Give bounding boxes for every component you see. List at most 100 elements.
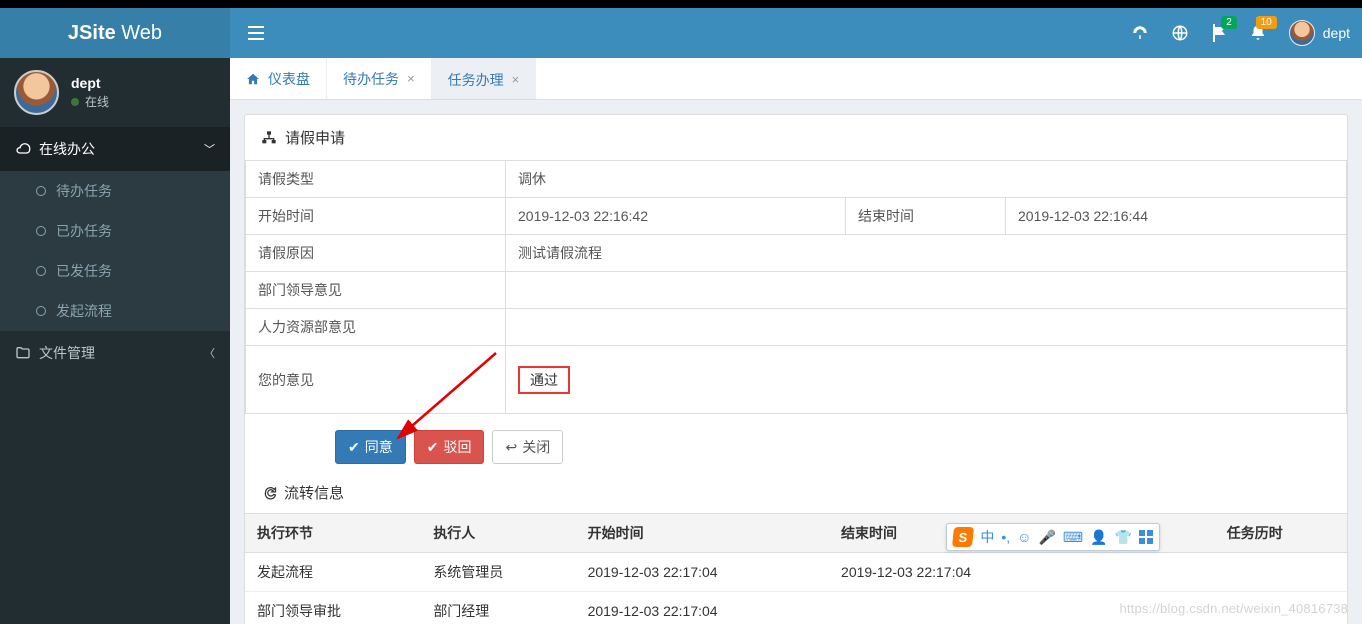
- sidebar-menu: 在线办公 ﹀ 待办任务 已办任务 已发任务 发起流程 文件管理 〈: [0, 127, 230, 375]
- col-start: 开始时间: [576, 514, 829, 553]
- sidebar-item-label: 已发任务: [56, 261, 112, 281]
- home-icon: [246, 72, 260, 86]
- value-reason: 测试请假流程: [506, 235, 1347, 272]
- sidebar-item-todo-tasks[interactable]: 待办任务: [0, 171, 230, 211]
- ime-keyboard-icon[interactable]: ⌨: [1063, 529, 1083, 546]
- table-row: 人力资源部意见: [246, 309, 1347, 346]
- tab-label: 待办任务: [343, 69, 399, 89]
- sidebar-item-online-office[interactable]: 在线办公 ﹀: [0, 127, 230, 171]
- sidebar-item-label: 待办任务: [56, 181, 112, 201]
- label-leave-type: 请假类型: [246, 161, 506, 198]
- value-leave-type: 调休: [506, 161, 1347, 198]
- sidebar-item-label: 已办任务: [56, 221, 112, 241]
- sitemap-icon: [261, 130, 277, 146]
- ime-skin-icon[interactable]: 👕: [1115, 529, 1132, 546]
- cell: [829, 592, 1082, 624]
- sidebar-user-status: 在线: [71, 93, 109, 110]
- brand-light: Web: [116, 22, 162, 44]
- close-button[interactable]: ↩ 关闭: [492, 430, 563, 464]
- col-duration: 任务历时: [1215, 514, 1347, 553]
- leave-request-panel: 请假申请 请假类型 调休 开始时间 2019-12-03 22:16:42 结束…: [244, 114, 1348, 624]
- action-buttons: ✔ 同意 ✔ 驳回 ↩ 关闭: [245, 414, 1347, 464]
- ime-user-icon[interactable]: 👤: [1090, 529, 1107, 546]
- ime-toolbox-icon[interactable]: [1139, 530, 1153, 544]
- agree-button[interactable]: ✔ 同意: [335, 430, 406, 464]
- value-start-time: 2019-12-03 22:16:42: [506, 198, 846, 235]
- notification-flag-icon[interactable]: 2: [1211, 24, 1227, 42]
- table-row: 发起流程 系统管理员 2019-12-03 22:17:04 2019-12-0…: [245, 553, 1347, 592]
- cell: 2019-12-03 22:17:04: [829, 553, 1082, 592]
- close-icon[interactable]: ×: [407, 71, 415, 86]
- flow-title-text: 流转信息: [284, 482, 344, 503]
- sidebar-item-label: 文件管理: [39, 343, 204, 363]
- table-row: 请假类型 调休: [246, 161, 1347, 198]
- globe-icon[interactable]: [1171, 24, 1189, 42]
- online-dot-icon: [71, 98, 79, 106]
- bell-icon[interactable]: 10: [1249, 24, 1267, 42]
- ime-punct-icon[interactable]: •,: [1001, 529, 1010, 545]
- label-hr-opinion: 人力资源部意见: [246, 309, 506, 346]
- sidebar-item-sent-tasks[interactable]: 已发任务: [0, 251, 230, 291]
- label-reason: 请假原因: [246, 235, 506, 272]
- ime-mic-icon[interactable]: 🎤: [1038, 529, 1055, 546]
- flow-history-table: 执行环节 执行人 开始时间 结束时间 提交意见 任务历时 发起流程: [245, 513, 1347, 624]
- tab-bar: 仪表盘 待办任务 × 任务办理 ×: [230, 58, 1362, 100]
- table-row: 部门领导意见: [246, 272, 1347, 309]
- label-your-opinion: 您的意见: [246, 346, 506, 414]
- cell: [1215, 553, 1347, 592]
- ime-toolbar[interactable]: S 中 •, ☺ 🎤 ⌨ 👤 👕: [946, 523, 1160, 551]
- cell: 2019-12-03 22:17:04: [576, 592, 829, 624]
- cell: [1215, 592, 1347, 624]
- ime-face-icon[interactable]: ☺: [1017, 529, 1031, 545]
- ime-cn-icon[interactable]: 中: [980, 527, 994, 547]
- table-header-row: 执行环节 执行人 开始时间 结束时间 提交意见 任务历时: [245, 514, 1347, 553]
- close-icon[interactable]: ×: [512, 72, 520, 87]
- label-dept-opinion: 部门领导意见: [246, 272, 506, 309]
- bullet-icon: [36, 306, 46, 316]
- tab-label: 仪表盘: [268, 69, 310, 89]
- sidebar: JSite Web dept 在线 在线办公 ﹀: [0, 8, 230, 624]
- cell: 系统管理员: [421, 553, 575, 592]
- dashboard-icon[interactable]: [1131, 24, 1149, 42]
- tab-todo-tasks[interactable]: 待办任务 ×: [327, 58, 432, 99]
- content-area: 请假申请 请假类型 调休 开始时间 2019-12-03 22:16:42 结束…: [230, 100, 1362, 624]
- cloud-icon: [15, 141, 31, 157]
- reply-icon: ↩: [505, 439, 517, 456]
- table-row: 部门领导审批 部门经理 2019-12-03 22:17:04: [245, 592, 1347, 624]
- sidebar-item-start-process[interactable]: 发起流程: [0, 291, 230, 331]
- hamburger-icon[interactable]: [242, 20, 270, 46]
- tab-task-handle[interactable]: 任务办理 ×: [432, 58, 537, 99]
- your-opinion-cell[interactable]: 通过: [506, 346, 1347, 414]
- badge-count: 10: [1256, 16, 1277, 29]
- sidebar-user-name: dept: [71, 75, 109, 91]
- nav-user-name: dept: [1323, 25, 1350, 41]
- label-end-time: 结束时间: [846, 198, 1006, 235]
- sogou-logo-icon: S: [952, 527, 974, 547]
- table-row: 请假原因 测试请假流程: [246, 235, 1347, 272]
- chevron-down-icon: ﹀: [204, 141, 215, 157]
- flow-section-title: 流转信息: [245, 464, 1347, 513]
- button-label: 驳回: [443, 437, 471, 457]
- avatar: [1289, 20, 1315, 46]
- bullet-icon: [36, 186, 46, 196]
- sidebar-item-done-tasks[interactable]: 已办任务: [0, 211, 230, 251]
- panel-title: 请假申请: [285, 127, 345, 148]
- cell: [1082, 592, 1214, 624]
- sidebar-user-panel: dept 在线: [0, 58, 230, 127]
- button-label: 同意: [365, 437, 393, 457]
- cell: 部门领导审批: [245, 592, 421, 624]
- sidebar-item-file-manage[interactable]: 文件管理 〈: [0, 331, 230, 375]
- tab-dashboard[interactable]: 仪表盘: [230, 58, 327, 99]
- cell: 2019-12-03 22:17:04: [576, 553, 829, 592]
- main-area: 2 10 dept 仪表盘 待办任务: [230, 8, 1362, 624]
- avatar[interactable]: [14, 70, 59, 115]
- reject-button[interactable]: ✔ 驳回: [414, 430, 485, 464]
- table-row: 您的意见 通过: [246, 346, 1347, 414]
- nav-user-menu[interactable]: dept: [1289, 20, 1350, 46]
- check-icon: ✔: [427, 439, 439, 456]
- cell: [1082, 553, 1214, 592]
- refresh-icon: [263, 485, 278, 500]
- brand-logo[interactable]: JSite Web: [0, 8, 230, 58]
- button-label: 关闭: [522, 437, 550, 457]
- window-top-border: [0, 0, 1362, 8]
